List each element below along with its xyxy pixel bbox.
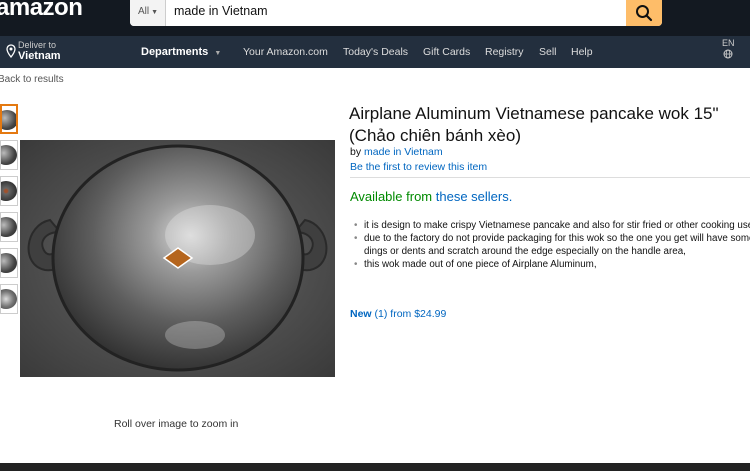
zoom-hint: Roll over image to zoom in [114, 418, 239, 430]
feature-bullets: it is design to make crispy Vietnamese p… [354, 219, 750, 271]
language-label: EN [722, 38, 735, 48]
bottom-edge [0, 463, 750, 471]
top-bar: amazon All ▼ made in Vietnam [0, 0, 750, 36]
nav-todays-deals[interactable]: Today's Deals [343, 46, 408, 58]
availability-text: Available from [350, 189, 433, 204]
amazon-logo[interactable]: amazon [0, 0, 83, 22]
wok-thumbnail-image [2, 110, 16, 130]
search-category-dropdown[interactable]: All ▼ [130, 0, 166, 26]
main-product-image[interactable] [20, 140, 335, 377]
sellers-link[interactable]: these sellers. [436, 189, 513, 204]
feature-bullet: due to the factory do not provide packag… [354, 232, 750, 258]
chevron-down-icon: ▼ [151, 9, 159, 16]
departments-label: Departments [141, 46, 209, 58]
deliver-country: Vietnam [18, 50, 61, 62]
offer-price: from $24.99 [390, 308, 447, 320]
back-to-results-link[interactable]: Back to results [0, 74, 64, 85]
thumbnail[interactable] [0, 140, 18, 170]
availability: Available from these sellers. [350, 189, 512, 204]
nav-help[interactable]: Help [571, 46, 593, 58]
thumbnail[interactable] [0, 104, 18, 134]
review-link[interactable]: Be the first to review this item [350, 161, 487, 173]
thumbnail[interactable] [0, 176, 18, 206]
brand-link[interactable]: made in Vietnam [364, 146, 443, 158]
thumbnail[interactable] [0, 212, 18, 242]
by-prefix: by [350, 146, 362, 158]
search-icon [636, 5, 653, 22]
offer-condition: New [350, 308, 372, 320]
product-title-line1: Airplane Aluminum Vietnamese pancake wok… [349, 104, 719, 123]
offer-link[interactable]: New (1) from $24.99 [350, 308, 446, 320]
wok-thumbnail-image [1, 253, 17, 273]
search-category-label: All [138, 6, 150, 17]
product-title: Airplane Aluminum Vietnamese pancake wok… [349, 103, 750, 147]
departments-menu[interactable]: Departments ▼ [141, 46, 221, 58]
wok-image [20, 140, 335, 377]
offer-count: (1) [374, 308, 388, 320]
thumbnail[interactable] [0, 284, 18, 314]
language-selector[interactable]: EN [722, 38, 735, 61]
wok-thumbnail-image [1, 181, 17, 201]
nav-gift-cards[interactable]: Gift Cards [423, 46, 470, 58]
search-bar: All ▼ made in Vietnam [130, 0, 662, 26]
search-button[interactable] [626, 0, 662, 26]
globe-icon [723, 49, 733, 59]
feature-bullet: it is design to make crispy Vietnamese p… [354, 219, 750, 232]
feature-bullet: this wok made out of one piece of Airpla… [354, 258, 750, 271]
product-title-line2: (Chảo chiên bánh xèo) [349, 126, 522, 145]
search-input[interactable]: made in Vietnam [174, 4, 268, 18]
wok-thumbnail-image [1, 217, 17, 237]
wok-thumbnail-image [1, 145, 17, 165]
deliver-label: Deliver to [18, 40, 57, 50]
wok-thumbnail-image [1, 289, 17, 309]
nav-bar: Deliver to Vietnam Departments ▼ Your Am… [0, 36, 750, 68]
nav-registry[interactable]: Registry [485, 46, 524, 58]
thumbnail[interactable] [0, 248, 18, 278]
byline: by made in Vietnam [350, 146, 443, 158]
nav-sell[interactable]: Sell [539, 46, 557, 58]
chevron-down-icon: ▼ [214, 50, 222, 57]
nav-your-amazon[interactable]: Your Amazon.com [243, 46, 328, 58]
divider [350, 177, 750, 178]
